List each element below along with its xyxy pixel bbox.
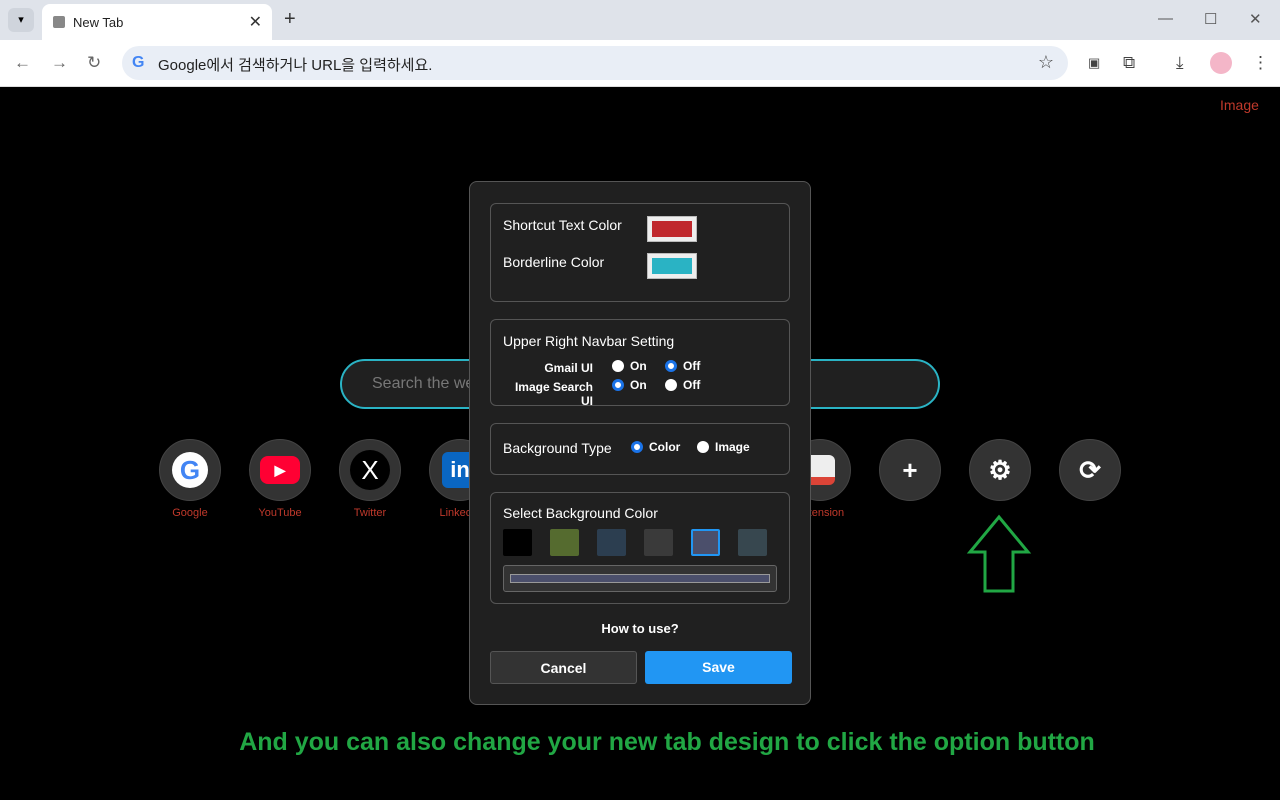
image-search-link[interactable]: Image [1220, 97, 1259, 113]
swatch-slate-selected[interactable] [691, 529, 720, 556]
profile-avatar[interactable] [1210, 52, 1232, 74]
select-background-color-label: Select Background Color [503, 505, 658, 521]
arrow-up-annotation-icon [966, 514, 1032, 593]
refresh-icon: ⟳ [1059, 439, 1121, 501]
image-search-ui-label: Image Search UI [514, 380, 593, 408]
annotation-caption: And you can also change your new tab des… [239, 728, 1095, 756]
background-type-label: Background Type [503, 440, 612, 456]
background-type-section: Background Type Color Image [490, 423, 790, 475]
shortcut-text-color-label: Shortcut Text Color [503, 217, 622, 233]
menu-icon[interactable]: ⋮ [1252, 53, 1269, 73]
how-to-use-link[interactable]: How to use? [470, 621, 810, 636]
omnibox-placeholder: Google에서 검색하거나 URL을 입력하세요. [158, 57, 433, 74]
close-window-button[interactable]: ✕ [1249, 10, 1262, 28]
minimize-button[interactable]: — [1158, 10, 1173, 27]
borderline-color-picker[interactable] [647, 253, 697, 279]
google-icon: G [159, 439, 221, 501]
close-tab-icon[interactable]: ✕ [249, 12, 262, 32]
shortcut-google[interactable]: G Google [159, 439, 221, 519]
settings-modal: Shortcut Text Color Borderline Color Upp… [469, 181, 811, 705]
add-shortcut-button[interactable]: + [879, 439, 941, 501]
save-button[interactable]: Save [645, 651, 792, 684]
download-icon[interactable]: ⤓ [1176, 53, 1184, 73]
gmail-off-radio[interactable]: Off [665, 359, 700, 373]
tab-new-tab[interactable]: New Tab ✕ [42, 4, 272, 40]
maximize-button[interactable]: ☐ [1204, 10, 1217, 28]
borderline-color-label: Borderline Color [503, 254, 605, 270]
extensions-puzzle-icon[interactable]: ⧉ [1123, 53, 1135, 73]
gear-icon: ⚙ [969, 439, 1031, 501]
shortcut-youtube[interactable]: ▶ YouTube [249, 439, 311, 519]
plus-icon: + [879, 439, 941, 501]
new-tab-button[interactable]: + [284, 8, 296, 31]
back-button[interactable]: ← [14, 53, 31, 73]
color-settings-section: Shortcut Text Color Borderline Color [490, 203, 790, 302]
shortcut-label: Google [172, 507, 208, 519]
swatch-gray[interactable] [644, 529, 673, 556]
youtube-icon: ▶ [249, 439, 311, 501]
google-icon: G [132, 54, 145, 71]
omnibox[interactable]: G Google에서 검색하거나 URL을 입력하세요. ☆ [122, 46, 1068, 80]
shortcut-label: Twitter [353, 507, 387, 519]
shortcut-twitter[interactable]: X Twitter [339, 439, 401, 519]
extension-icon[interactable]: ▣ [1088, 55, 1100, 71]
reload-button[interactable]: ↻ [87, 53, 101, 73]
cancel-button[interactable]: Cancel [490, 651, 637, 684]
navbar-settings-title: Upper Right Navbar Setting [503, 333, 675, 349]
bookmark-star-icon[interactable]: ☆ [1038, 52, 1054, 73]
background-color-section: Select Background Color [490, 492, 790, 604]
tab-title: New Tab [73, 15, 124, 30]
background-image-radio[interactable]: Image [697, 440, 750, 454]
refresh-button[interactable]: ⟳ [1059, 439, 1121, 501]
swatch-navy[interactable] [597, 529, 626, 556]
image-search-on-radio[interactable]: On [612, 378, 647, 392]
swatch-black[interactable] [503, 529, 532, 556]
settings-button[interactable]: ⚙ [969, 439, 1031, 501]
image-search-off-radio[interactable]: Off [665, 378, 700, 392]
swatch-bluegray[interactable] [738, 529, 767, 556]
gmail-on-radio[interactable]: On [612, 359, 647, 373]
tab-search-button[interactable]: ▾ [8, 8, 34, 32]
swatch-olive[interactable] [550, 529, 579, 556]
forward-button[interactable]: → [51, 53, 68, 73]
custom-color-picker[interactable] [503, 565, 777, 592]
toolbar: ← → ↻ G Google에서 검색하거나 URL을 입력하세요. ☆ ▣ ⧉ ⤓… [0, 40, 1280, 87]
x-icon: X [339, 439, 401, 501]
navbar-settings-section: Upper Right Navbar Setting Gmail UI On O… [490, 319, 790, 408]
shortcut-text-color-picker[interactable] [647, 216, 697, 242]
gmail-ui-label: Gmail UI [544, 361, 593, 375]
shortcut-label: YouTube [258, 507, 302, 519]
tab-favicon-icon [53, 16, 65, 28]
tab-bar: ▾ New Tab ✕ + — ☐ ✕ [0, 0, 1280, 40]
background-color-radio[interactable]: Color [631, 440, 680, 454]
